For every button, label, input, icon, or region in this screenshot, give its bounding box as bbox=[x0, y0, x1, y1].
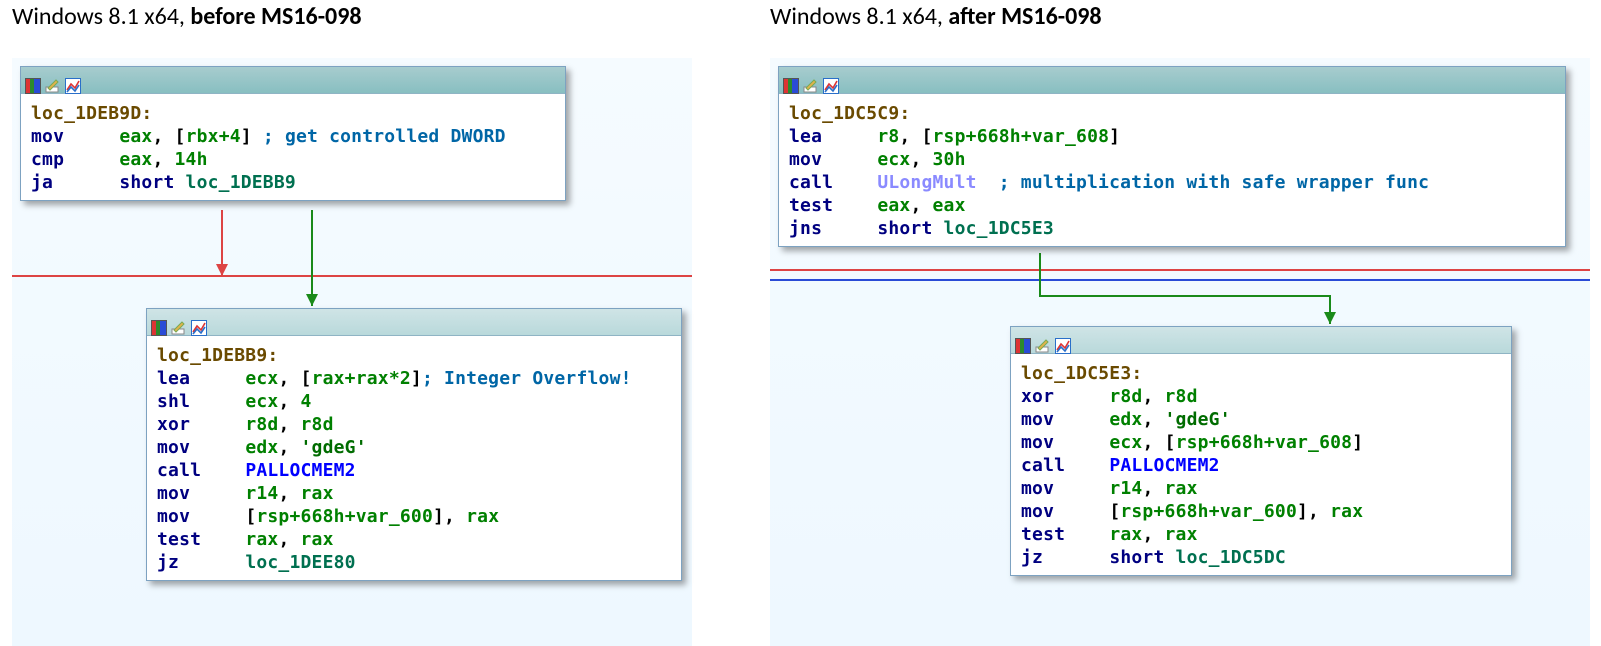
edit-icon[interactable] bbox=[45, 72, 61, 88]
disasm-code: loc_1DC5E3: xor r8d, r8d mov edx, 'gdeG'… bbox=[1011, 354, 1511, 575]
disasm-code: loc_1DC5C9: lea r8, [rsp+668h+var_608] m… bbox=[779, 94, 1565, 246]
edit-icon[interactable] bbox=[803, 72, 819, 88]
disasm-code: loc_1DEBB9: lea ecx, [rax+rax*2]; Intege… bbox=[147, 336, 681, 580]
color-icon[interactable] bbox=[783, 72, 799, 88]
color-icon[interactable] bbox=[1015, 332, 1031, 348]
edit-icon[interactable] bbox=[1035, 332, 1051, 348]
edit-icon[interactable] bbox=[171, 314, 187, 330]
heading-right: Windows 8.1 x64, after MS16-098 bbox=[770, 2, 1102, 31]
disasm-code: loc_1DEB9D: mov eax, [rbx+4] ; get contr… bbox=[21, 94, 565, 200]
heading-left-bold: before MS16-098 bbox=[190, 2, 361, 31]
heading-right-bold: after MS16-098 bbox=[948, 2, 1101, 31]
chart-icon[interactable] bbox=[1055, 332, 1071, 348]
ida-node-right-2[interactable]: loc_1DC5E3: xor r8d, r8d mov edx, 'gdeG'… bbox=[1010, 326, 1512, 576]
color-icon[interactable] bbox=[25, 72, 41, 88]
chart-icon[interactable] bbox=[191, 314, 207, 330]
ida-node-left-2[interactable]: loc_1DEBB9: lea ecx, [rax+rax*2]; Intege… bbox=[146, 308, 682, 581]
graph-area-right: loc_1DC5C9: lea r8, [rsp+668h+var_608] m… bbox=[770, 58, 1590, 646]
ida-node-left-1[interactable]: loc_1DEB9D: mov eax, [rbx+4] ; get contr… bbox=[20, 66, 566, 201]
ida-node-right-1[interactable]: loc_1DC5C9: lea r8, [rsp+668h+var_608] m… bbox=[778, 66, 1566, 247]
heading-left: Windows 8.1 x64, before MS16-098 bbox=[12, 2, 362, 31]
color-icon[interactable] bbox=[151, 314, 167, 330]
heading-left-prefix: Windows 8.1 x64, bbox=[12, 2, 190, 31]
heading-right-prefix: Windows 8.1 x64, bbox=[770, 2, 948, 31]
node-titlebar bbox=[21, 67, 565, 94]
node-titlebar bbox=[779, 67, 1565, 94]
node-titlebar bbox=[1011, 327, 1511, 354]
graph-area-left: loc_1DEB9D: mov eax, [rbx+4] ; get contr… bbox=[12, 58, 692, 646]
chart-icon[interactable] bbox=[65, 72, 81, 88]
node-titlebar bbox=[147, 309, 681, 336]
chart-icon[interactable] bbox=[823, 72, 839, 88]
